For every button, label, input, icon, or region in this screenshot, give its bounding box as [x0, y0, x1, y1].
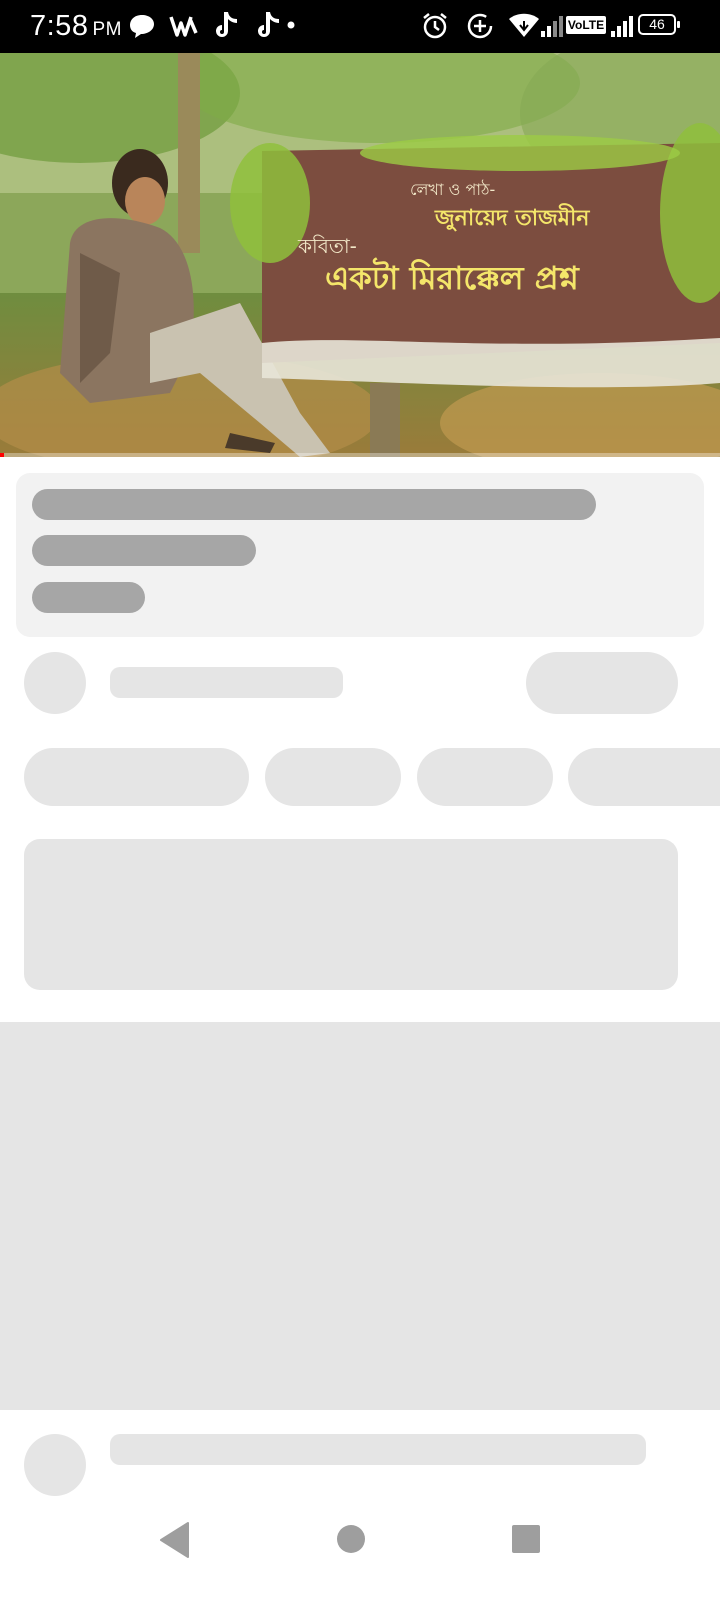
- home-icon[interactable]: [336, 1524, 366, 1554]
- alarm-icon: [423, 13, 447, 39]
- subscribe-button-placeholder: [526, 652, 678, 714]
- action-chip-placeholder: [24, 748, 249, 806]
- video-progress-played: [0, 453, 4, 457]
- status-bar: 7:58 PM VoLTE 46: [0, 0, 720, 53]
- title-placeholder-line: [32, 489, 596, 520]
- action-chip-placeholder: [265, 748, 401, 806]
- video-player[interactable]: লেখা ও পাঠ- জুনায়েদ তাজমীন কবিতা- একটা …: [0, 53, 720, 457]
- title-placeholder-card: [16, 473, 704, 637]
- loading-sheet: [0, 457, 720, 1612]
- battery-icon: 46: [638, 14, 680, 35]
- recents-icon[interactable]: [511, 1524, 541, 1554]
- stylus-app-icon: [169, 16, 198, 37]
- ampm-text: PM: [92, 19, 122, 40]
- description-placeholder: [24, 839, 678, 990]
- title-placeholder-line: [32, 535, 256, 566]
- banner-label: কবিতা-: [297, 234, 357, 258]
- navigation-bar: [0, 1518, 720, 1612]
- data-saver-icon: [467, 13, 493, 39]
- channel-name-placeholder: [110, 667, 343, 698]
- time-text: 7:58: [30, 10, 89, 42]
- signal-icon: [541, 16, 563, 37]
- action-chip-placeholder: [417, 748, 553, 806]
- banner-line1: লেখা ও পাঠ-: [410, 180, 495, 199]
- volte-badge: VoLTE: [566, 16, 606, 34]
- back-icon[interactable]: [158, 1521, 192, 1559]
- more-dot-icon: [287, 21, 295, 29]
- banner-title: একটা মিরাক্কেল প্রশ্ন: [325, 257, 581, 297]
- title-placeholder-line: [32, 582, 145, 613]
- status-time: 7:58 PM: [30, 10, 122, 43]
- action-chip-placeholder: [568, 748, 720, 806]
- chat-bubble-icon: [130, 15, 154, 38]
- comment-placeholder: [110, 1434, 646, 1465]
- tiktok-icon: [216, 12, 237, 37]
- video-thumbnail-image: লেখা ও পাঠ- জুনায়েদ তাজমীন কবিতা- একটা …: [0, 53, 720, 457]
- banner-line2: জুনায়েদ তাজমীন: [434, 203, 590, 233]
- content-block-placeholder: [0, 1022, 720, 1410]
- wifi-icon: [509, 13, 539, 37]
- signal-icon: [611, 16, 633, 37]
- avatar-placeholder: [24, 1434, 86, 1496]
- avatar-placeholder: [24, 652, 86, 714]
- tiktok-icon: [258, 12, 279, 37]
